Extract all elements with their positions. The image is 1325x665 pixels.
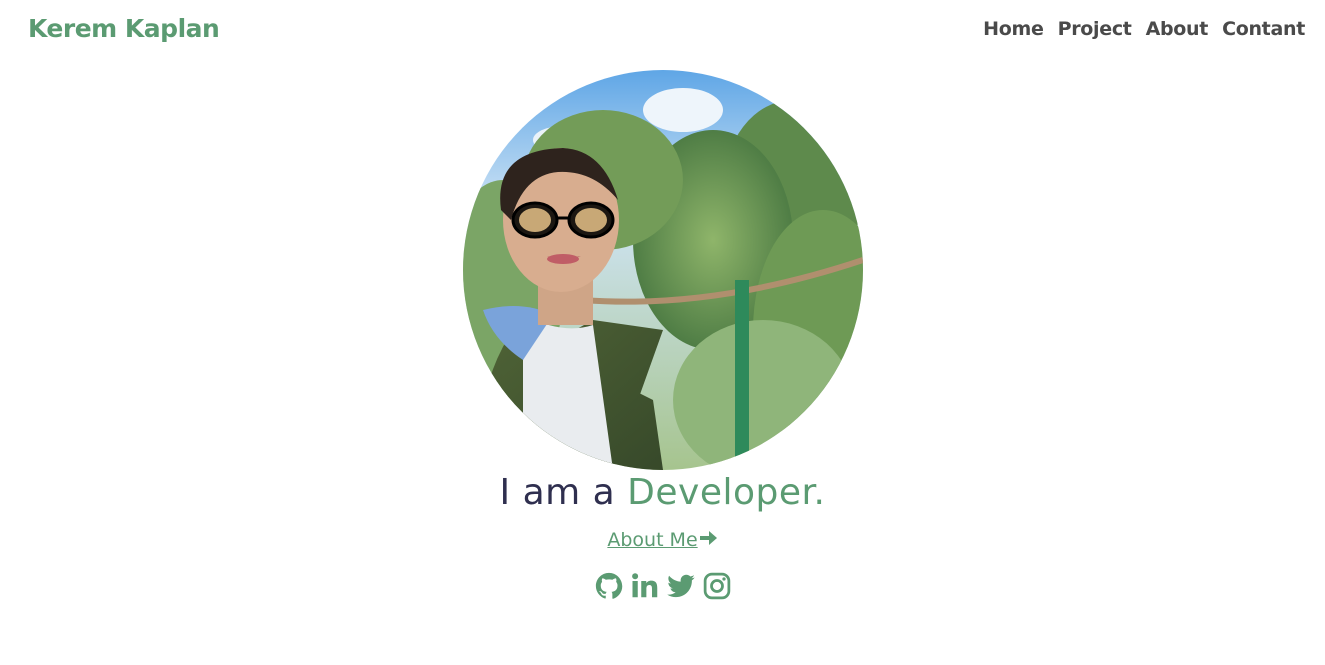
brand-logo-link[interactable]: Kerem Kaplan [28, 14, 220, 43]
headline-prefix: I am a [499, 472, 628, 513]
linkedin-icon[interactable] [630, 571, 660, 601]
nav-contact[interactable]: Contant [1222, 18, 1305, 40]
about-link-wrapper: About Me [0, 528, 1325, 553]
headline-accent: Developer. [627, 472, 826, 513]
github-icon[interactable] [594, 571, 624, 601]
nav-project[interactable]: Project [1058, 18, 1132, 40]
arrow-right-icon [698, 528, 718, 553]
about-me-link[interactable]: About Me [607, 529, 697, 551]
nav-home[interactable]: Home [983, 18, 1044, 40]
main-nav: Home Project About Contant [983, 18, 1305, 40]
profile-photo [463, 70, 863, 470]
instagram-icon[interactable] [702, 571, 732, 601]
page: Kerem Kaplan Home Project About Contant [0, 0, 1325, 665]
twitter-icon[interactable] [666, 571, 696, 601]
social-links [0, 571, 1325, 601]
profile-photo-illustration [463, 70, 863, 470]
about-me-label: About Me [607, 529, 698, 551]
nav-about[interactable]: About [1146, 18, 1209, 40]
hero-headline: I am a Developer. [0, 472, 1325, 513]
